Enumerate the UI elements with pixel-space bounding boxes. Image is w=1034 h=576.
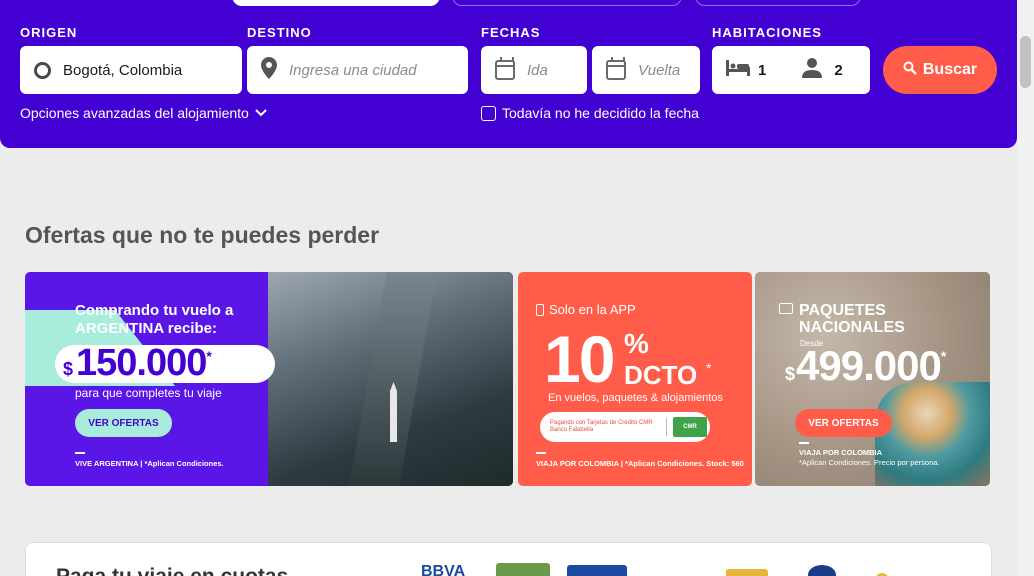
advanced-options-link[interactable]: Opciones avanzadas del alojamiento bbox=[20, 105, 267, 121]
return-placeholder: Vuelta bbox=[638, 61, 681, 79]
national-price: $ 499.000 * bbox=[785, 342, 947, 390]
argentina-asterisk: * bbox=[206, 348, 212, 364]
argentina-subtitle: para que completes tu viaje bbox=[75, 386, 222, 400]
dates-label: FECHAS bbox=[481, 25, 541, 40]
undecided-dates-checkbox[interactable] bbox=[481, 105, 496, 121]
national-footer-note: *Aplican Condiciones. Precio por persona… bbox=[799, 458, 940, 467]
destination-field[interactable]: Ingresa una ciudad bbox=[247, 46, 468, 94]
guests-count: 2 bbox=[834, 61, 843, 79]
cmr-card-pill: Pagando con Tarjetas de Crédito CMR Banc… bbox=[540, 412, 710, 442]
argentina-headline: Comprando tu vuelo a ARGENTINA recibe: bbox=[75, 302, 234, 337]
divider-dash bbox=[536, 452, 546, 454]
divider-dash bbox=[799, 442, 809, 444]
rooms-count: 1 bbox=[758, 61, 767, 79]
argentina-offer-banner[interactable]: Comprando tu vuelo a ARGENTINA recibe: $… bbox=[25, 272, 513, 486]
national-currency: $ bbox=[785, 364, 795, 384]
discount-description: En vuelos, paquetes & alojamientos bbox=[548, 392, 723, 404]
discount-dcto: DCTO bbox=[624, 360, 698, 390]
avenue-photo-detail bbox=[349, 272, 437, 486]
chevron-down-icon bbox=[255, 109, 267, 117]
bed-icon bbox=[726, 60, 750, 80]
discount-number: 10 bbox=[544, 322, 615, 396]
advanced-options-label: Opciones avanzadas del alojamiento bbox=[20, 105, 249, 121]
bank-logo bbox=[808, 565, 836, 576]
bank-logo bbox=[567, 565, 627, 576]
divider-dash bbox=[75, 452, 85, 454]
national-title-line2: NACIONALES bbox=[799, 319, 905, 336]
page-scrollbar[interactable] bbox=[1017, 0, 1034, 576]
national-price-value: 499.000 bbox=[796, 342, 942, 389]
search-button[interactable]: Buscar bbox=[883, 46, 997, 94]
discount-asterisk: * bbox=[706, 360, 712, 376]
product-tab-active[interactable] bbox=[232, 0, 440, 6]
offers-section-title: Ofertas que no te puedes perder bbox=[25, 222, 380, 248]
national-title-line1: PAQUETES bbox=[799, 302, 886, 319]
bbva-logo: BBVA bbox=[421, 563, 466, 576]
product-tab[interactable] bbox=[452, 0, 682, 6]
payments-title: Paga tu viaje en cuotas bbox=[56, 565, 288, 576]
search-button-label: Buscar bbox=[922, 61, 978, 78]
cmr-card-text: Pagando con Tarjetas de Crédito CMR Banc… bbox=[550, 420, 653, 433]
destination-label: DESTINO bbox=[247, 25, 312, 40]
national-asterisk: * bbox=[940, 348, 947, 364]
origin-circle-icon bbox=[34, 61, 51, 79]
app-only-label: Solo en la APP bbox=[549, 302, 636, 317]
pill-divider bbox=[666, 418, 667, 436]
argentina-amount: $ 150.000 * bbox=[63, 342, 212, 385]
app-only-tag: Solo en la APP bbox=[536, 302, 636, 317]
beach-person-photo bbox=[875, 382, 990, 486]
discount-percent: % bbox=[624, 328, 649, 359]
cmr-logo: CMR bbox=[673, 417, 707, 437]
product-tab[interactable] bbox=[695, 0, 861, 6]
app-discount-footer: VIAJA POR COLOMBIA | *Aplican Condicione… bbox=[536, 459, 744, 468]
rooms-guests-field[interactable]: 1 2 bbox=[712, 46, 870, 94]
card-logo bbox=[726, 569, 768, 576]
bank-logo bbox=[496, 563, 550, 576]
payments-card: Paga tu viaje en cuotas BBVA bbox=[25, 542, 992, 576]
argentina-cta-button[interactable]: VER OFERTAS bbox=[75, 409, 172, 437]
origin-value: Bogotá, Colombia bbox=[63, 61, 183, 79]
national-packages-banner[interactable]: PAQUETES NACIONALES Desde $ 499.000 * VE… bbox=[755, 272, 990, 486]
national-cta-button[interactable]: VER OFERTAS bbox=[795, 409, 892, 437]
argentina-amount-value: 150.000 bbox=[76, 342, 207, 384]
app-discount-banner[interactable]: Solo en la APP 10 % DCTO * En vuelos, pa… bbox=[518, 272, 752, 486]
calendar-icon bbox=[606, 57, 626, 80]
rooms-label: HABITACIONES bbox=[712, 25, 822, 40]
scrollbar-thumb[interactable] bbox=[1020, 36, 1031, 88]
search-panel: ORIGEN Bogotá, Colombia DESTINO Ingresa … bbox=[0, 0, 1017, 148]
return-date-field[interactable]: Vuelta bbox=[592, 46, 700, 94]
national-title: PAQUETES NACIONALES bbox=[799, 302, 905, 336]
departure-placeholder: Ida bbox=[527, 61, 548, 79]
buenos-aires-photo bbox=[268, 272, 513, 486]
origin-field[interactable]: Bogotá, Colombia bbox=[20, 46, 242, 94]
departure-date-field[interactable]: Ida bbox=[481, 46, 587, 94]
suitcase-icon bbox=[779, 303, 793, 314]
obelisk-photo-detail bbox=[390, 382, 397, 442]
destination-placeholder: Ingresa una ciudad bbox=[289, 61, 417, 79]
argentina-footer: VIVE ARGENTINA | *Aplican Condiciones. bbox=[75, 459, 224, 468]
calendar-icon bbox=[495, 57, 515, 80]
national-footer-title: VIAJA POR COLOMBIA bbox=[799, 448, 883, 457]
phone-icon bbox=[536, 303, 544, 316]
origin-label: ORIGEN bbox=[20, 25, 78, 40]
argentina-currency: $ bbox=[63, 359, 73, 379]
location-pin-icon bbox=[261, 57, 277, 83]
person-icon bbox=[802, 58, 823, 82]
undecided-dates-option[interactable]: Todavía no he decidido la fecha bbox=[481, 105, 699, 121]
undecided-dates-label: Todavía no he decidido la fecha bbox=[502, 105, 699, 121]
search-icon bbox=[903, 61, 917, 80]
